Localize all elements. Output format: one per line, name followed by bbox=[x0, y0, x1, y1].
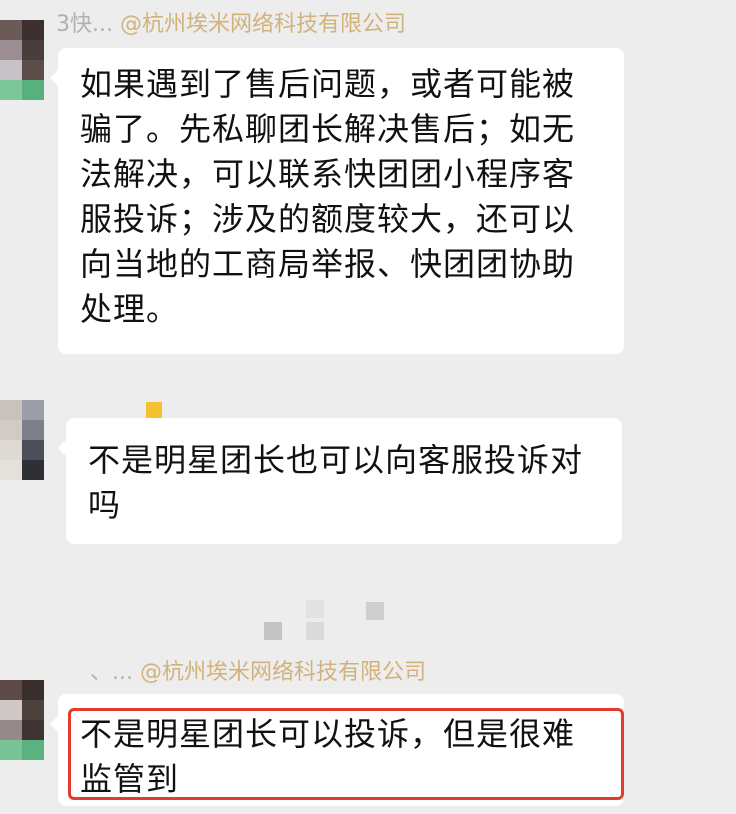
avatar[interactable] bbox=[0, 680, 44, 760]
sender-name: 、... @杭州埃米网络科技有限公司 bbox=[90, 660, 426, 686]
blurred-area bbox=[264, 622, 282, 640]
highlight-box bbox=[68, 708, 624, 800]
mention-tag[interactable]: @杭州埃米网络科技有限公司 bbox=[140, 660, 426, 685]
blurred-area bbox=[306, 600, 324, 618]
avatar[interactable] bbox=[0, 20, 44, 100]
blurred-sender-name bbox=[146, 402, 162, 418]
message-text: 不是明星团长也可以向客服投诉对吗 bbox=[88, 441, 584, 524]
message-bubble[interactable]: 不是明星团长也可以向客服投诉对吗 bbox=[58, 418, 622, 544]
blurred-area bbox=[366, 602, 384, 620]
avatar[interactable] bbox=[0, 400, 44, 480]
mention-tag[interactable]: @杭州埃米网络科技有限公司 bbox=[120, 12, 406, 37]
blurred-area bbox=[306, 622, 324, 640]
sender-name: 3快... @杭州埃米网络科技有限公司 bbox=[56, 12, 406, 38]
message-text: 如果遇到了售后问题，或者可能被骗了。先私聊团长解决售后；如无法解决，可以联系快团… bbox=[80, 65, 576, 328]
sender-prefix: 3快... bbox=[56, 12, 113, 37]
sender-prefix: 、... bbox=[90, 660, 133, 685]
message-bubble[interactable]: 如果遇到了售后问题，或者可能被骗了。先私聊团长解决售后；如无法解决，可以联系快团… bbox=[50, 48, 624, 354]
